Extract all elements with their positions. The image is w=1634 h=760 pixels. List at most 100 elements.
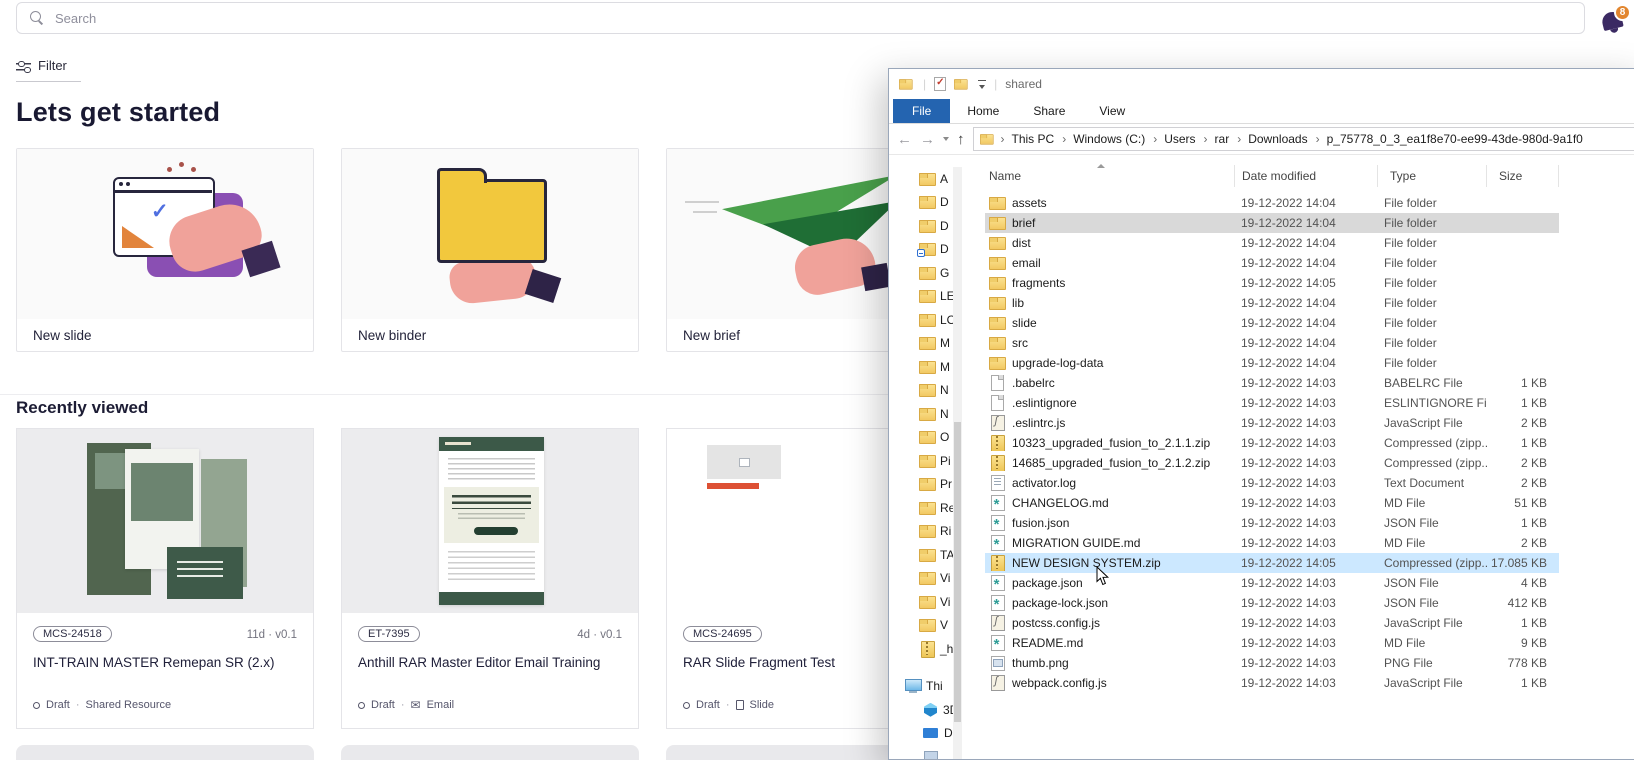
tab-file[interactable]: File [893, 99, 950, 123]
back-icon[interactable]: ← [897, 132, 912, 147]
new-binder-card[interactable]: New binder [341, 148, 639, 352]
file-row[interactable]: postcss.config.js19-12-2022 14:03JavaScr… [985, 613, 1559, 633]
recent-card[interactable]: ET-7395 4d · v0.1 Anthill RAR Master Edi… [341, 428, 639, 729]
tab-share[interactable]: Share [1016, 99, 1082, 123]
quick-access-check-icon[interactable] [934, 77, 946, 91]
new-slide-card[interactable]: ✓ New slide [16, 148, 314, 352]
md-file-icon [989, 535, 1005, 551]
tree-item[interactable]: LO [889, 308, 953, 332]
tree-item[interactable]: Re [889, 496, 953, 520]
file-row[interactable]: 10323_upgraded_fusion_to_2.1.1.zip19-12-… [985, 433, 1559, 453]
breadcrumb-folder[interactable]: p_75778_0_3_ea1f8e70-ee99-43de-980d-9a1f… [1313, 132, 1586, 146]
column-header-name[interactable]: Name [985, 165, 1235, 187]
file-row[interactable]: .babelrc19-12-2022 14:03BABELRC File1 KB [985, 373, 1559, 393]
file-row[interactable]: fragments19-12-2022 14:05File folder [985, 273, 1559, 293]
tree-item[interactable]: _h [889, 637, 953, 661]
tree-item[interactable]: Pr [889, 473, 953, 497]
orange-bar-shape [707, 483, 759, 489]
column-header-size[interactable]: Size [1487, 165, 1559, 187]
tree-item-desktop[interactable]: De [889, 722, 953, 746]
tree-item[interactable]: LE [889, 285, 953, 309]
tree-item[interactable]: M [889, 332, 953, 356]
tab-view[interactable]: View [1082, 99, 1142, 123]
tree-item[interactable]: D [889, 214, 953, 238]
file-row[interactable]: README.md19-12-2022 14:03MD File9 KB [985, 633, 1559, 653]
tree-item[interactable]: Vi [889, 590, 953, 614]
this-pc-icon [905, 678, 921, 694]
file-row[interactable]: .eslintrc.js19-12-2022 14:03JavaScript F… [985, 413, 1559, 433]
file-row[interactable]: webpack.config.js19-12-2022 14:03JavaScr… [985, 673, 1559, 693]
folder-icon [919, 476, 935, 492]
tree-item[interactable]: Pi [889, 449, 953, 473]
js-file-icon [989, 415, 1005, 431]
recent-card[interactable]: MCS-24518 11d · v0.1 INT-TRAIN MASTER Re… [16, 428, 314, 729]
folder-icon [989, 335, 1005, 351]
file-row[interactable]: 14685_upgraded_fusion_to_2.1.2.zip19-12-… [985, 453, 1559, 473]
cuff-shape [861, 263, 891, 291]
file-row[interactable]: dist19-12-2022 14:04File folder [985, 233, 1559, 253]
file-row[interactable]: fusion.json19-12-2022 14:03JSON File1 KB [985, 513, 1559, 533]
scrollbar-thumb[interactable] [954, 422, 961, 722]
breadcrumb-this-pc[interactable]: This PC [998, 132, 1058, 146]
file-row[interactable]: activator.log19-12-2022 14:03Text Docume… [985, 473, 1559, 493]
folder-icon [899, 78, 912, 91]
tab-home[interactable]: Home [950, 99, 1016, 123]
breadcrumb-drive[interactable]: Windows (C:) [1059, 132, 1148, 146]
toolbar-line [978, 80, 986, 82]
tree-item[interactable]: N [889, 379, 953, 403]
file-row[interactable]: CHANGELOG.md19-12-2022 14:03MD File51 KB [985, 493, 1559, 513]
column-header-date-modified[interactable]: Date modified [1235, 165, 1378, 187]
log-file-icon [989, 475, 1005, 491]
tree-item[interactable] [889, 745, 953, 759]
tree-item[interactable]: O [889, 426, 953, 450]
search-input[interactable]: Search [16, 2, 1585, 34]
email-highlight-box [444, 487, 539, 543]
file-row[interactable]: email19-12-2022 14:04File folder [985, 253, 1559, 273]
tree-scrollbar[interactable] [953, 167, 962, 759]
tree-item[interactable]: D [889, 238, 953, 262]
folder-icon[interactable] [954, 78, 967, 91]
tree-item[interactable]: Ri [889, 520, 953, 544]
file-row[interactable]: package-lock.json19-12-2022 14:03JSON Fi… [985, 593, 1559, 613]
breadcrumb-downloads[interactable]: Downloads [1234, 132, 1310, 146]
file-row[interactable]: slide19-12-2022 14:04File folder [985, 313, 1559, 333]
age-version-label: 4d · v0.1 [577, 629, 622, 641]
history-chevron-icon[interactable] [943, 137, 949, 141]
tree-item[interactable]: G [889, 261, 953, 285]
email-text-lines [448, 551, 535, 581]
up-icon[interactable]: ↑ [957, 132, 965, 147]
tree-item[interactable]: V [889, 614, 953, 638]
tree-item[interactable]: TA [889, 543, 953, 567]
file-row-hovered[interactable]: NEW DESIGN SYSTEM.zip19-12-2022 14:05Com… [985, 553, 1559, 573]
tree-item-3d-objects[interactable]: 3D [889, 698, 953, 722]
file-row[interactable]: MIGRATION GUIDE.md19-12-2022 14:03MD Fil… [985, 533, 1559, 553]
yellow-folder-shape [437, 179, 547, 263]
png-file-icon [989, 655, 1005, 671]
file-row-selected[interactable]: brief19-12-2022 14:04File folder [985, 213, 1559, 233]
file-row[interactable]: lib19-12-2022 14:04File folder [985, 293, 1559, 313]
recently-viewed-title: Recently viewed [16, 398, 148, 418]
tree-item[interactable]: M [889, 355, 953, 379]
tree-item[interactable]: Vi [889, 567, 953, 591]
filter-button[interactable]: Filter [16, 58, 81, 82]
address-bar[interactable]: This PC Windows (C:) Users rar Downloads… [973, 127, 1634, 151]
shortcut-folder-icon [919, 241, 935, 257]
file-row[interactable]: thumb.png19-12-2022 14:03PNG File778 KB [985, 653, 1559, 673]
file-row[interactable]: src19-12-2022 14:04File folder [985, 333, 1559, 353]
breadcrumb-user[interactable]: rar [1201, 132, 1233, 146]
file-row[interactable]: .eslintignore19-12-2022 14:03ESLINTIGNOR… [985, 393, 1559, 413]
explorer-titlebar[interactable]: | | shared [889, 69, 1634, 99]
forward-icon[interactable]: → [920, 132, 935, 147]
tree-item-this-pc[interactable]: Thi [889, 675, 953, 699]
tree-item[interactable]: N [889, 402, 953, 426]
file-row[interactable]: upgrade-log-data19-12-2022 14:04File fol… [985, 353, 1559, 373]
tree-item[interactable]: A [889, 167, 953, 191]
file-row[interactable]: assets19-12-2022 14:04File folder [985, 193, 1559, 213]
file-row[interactable]: package.json19-12-2022 14:03JSON File4 K… [985, 573, 1559, 593]
customize-toolbar-button[interactable] [978, 80, 986, 89]
tree-item[interactable]: D [889, 191, 953, 215]
notifications-bell-button[interactable]: 8 [1598, 4, 1634, 36]
breadcrumb-users[interactable]: Users [1150, 132, 1198, 146]
column-header-type[interactable]: Type [1378, 165, 1487, 187]
folder-icon [919, 265, 935, 281]
